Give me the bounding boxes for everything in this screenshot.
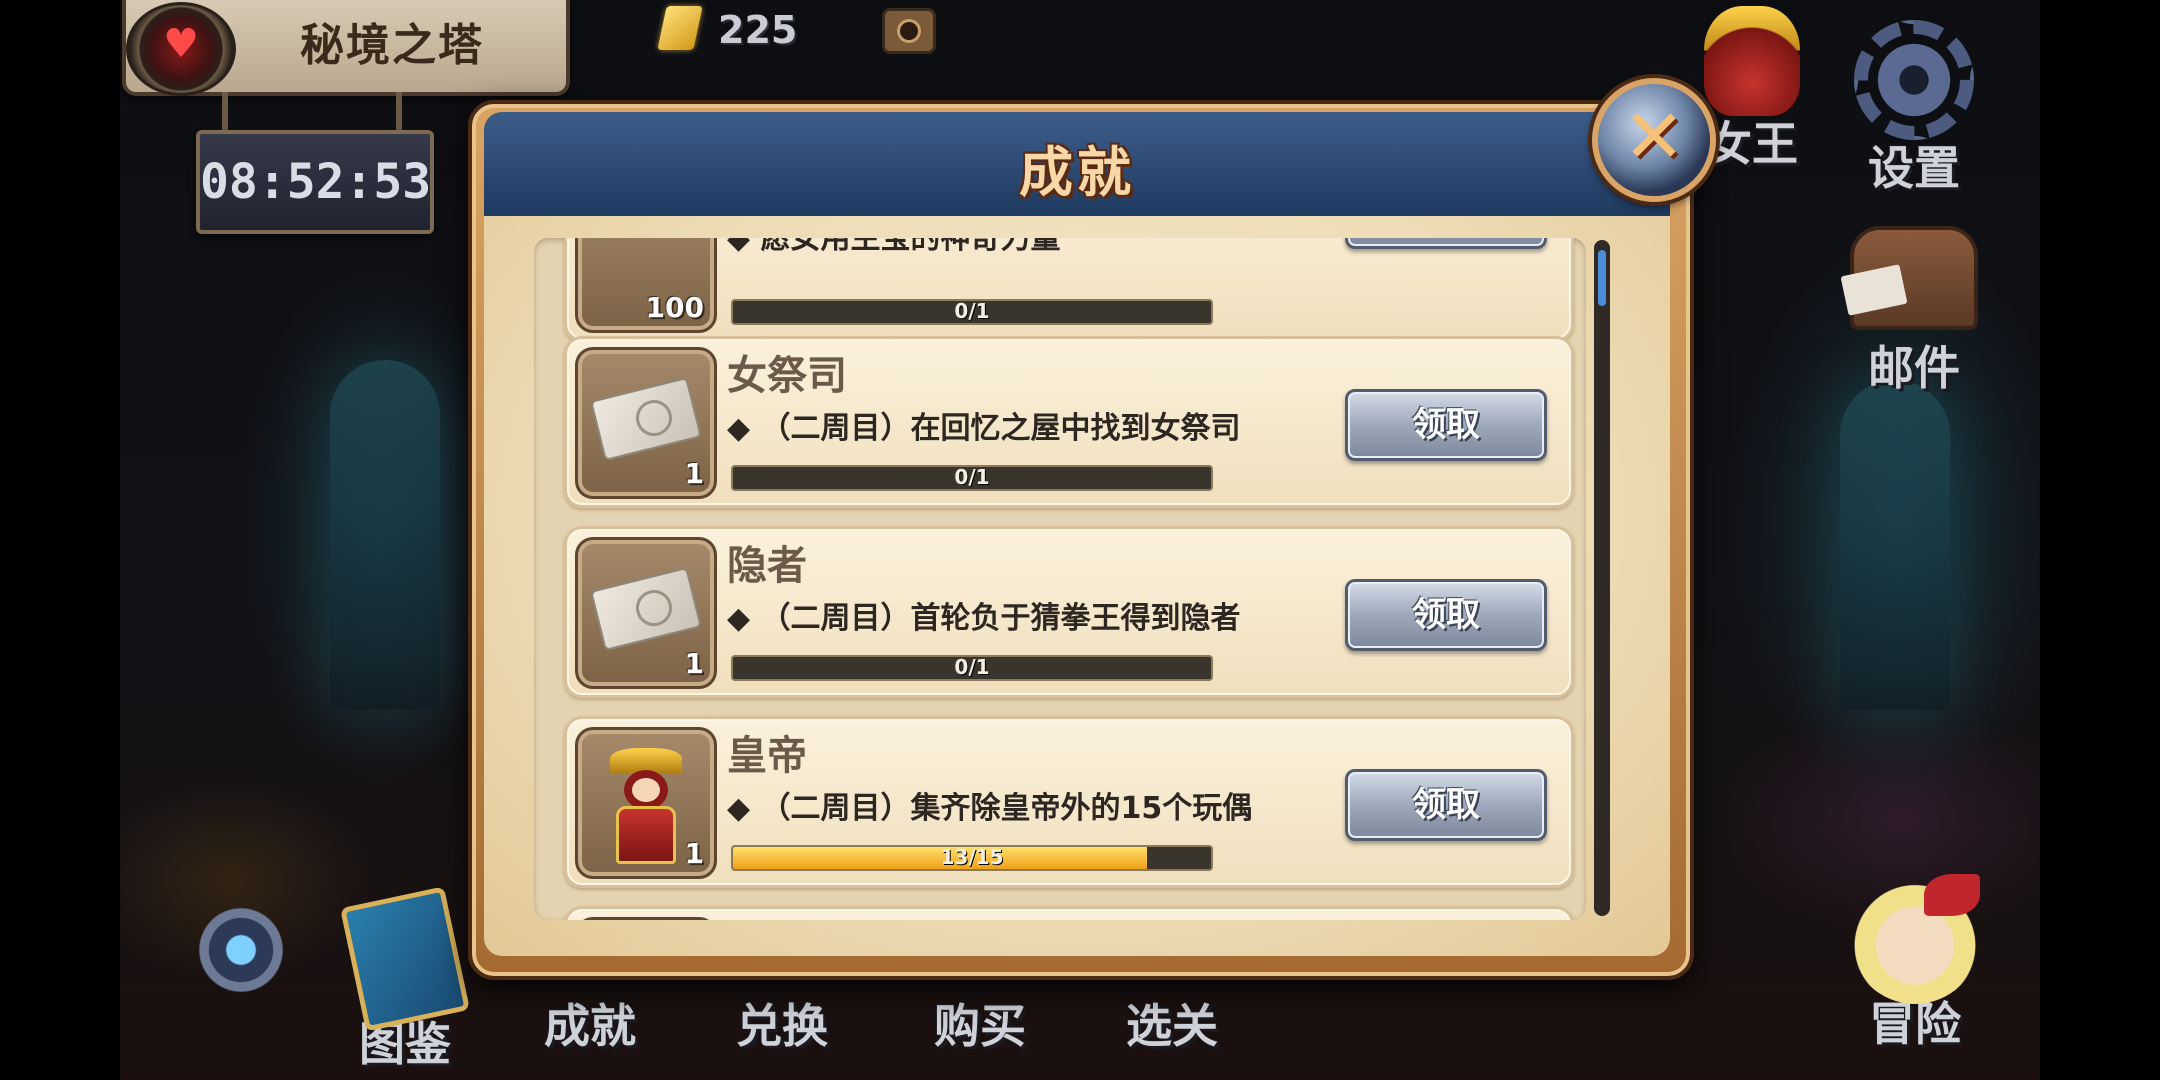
codex-button[interactable]: 图鉴 — [340, 886, 470, 1074]
claim-button[interactable]: 领取 — [1345, 389, 1547, 461]
heart-emblem-icon — [126, 2, 236, 96]
close-button[interactable]: ✕ — [1592, 78, 1716, 202]
claim-button[interactable]: 领取 — [1345, 769, 1547, 841]
emperor-doll-icon — [606, 748, 686, 864]
achievement-name: 女祭司 — [727, 353, 847, 399]
achievement-name: 隐者 — [727, 543, 807, 589]
chain-right — [396, 92, 402, 134]
location-name: 秘境之塔 — [300, 20, 484, 71]
adventure-button[interactable]: 冒险 — [1840, 874, 1990, 1054]
progress-text: 0/1 — [954, 299, 990, 323]
progress-text: 13/15 — [940, 845, 1004, 869]
claim-label: 领取 — [1412, 405, 1480, 445]
exchange-label: 兑换 — [736, 999, 828, 1053]
achievement-card-partial — [564, 906, 1574, 920]
compass-icon — [170, 879, 312, 1021]
achievement-list[interactable]: 100 ◆ 愿女用主宝的神奇力量 0/1 领取 1 女祭司 ◆ （二周目）在回忆… — [534, 238, 1586, 920]
mailbox-icon — [1850, 226, 1978, 330]
reward-quantity: 1 — [684, 837, 704, 870]
claim-label: 领取 — [1412, 595, 1480, 635]
list-scrollbar[interactable] — [1594, 240, 1610, 916]
claim-label: 领取 — [1412, 785, 1480, 825]
reward-quantity: 1 — [684, 457, 704, 490]
reward-slot: 1 — [575, 347, 717, 499]
progress-bar: 13/15 — [731, 845, 1213, 871]
claim-label: 领取 — [1348, 238, 1544, 246]
achievement-card: 1 皇帝 ◆ （二周目）集齐除皇帝外的15个玩偶 13/15 领取 — [564, 716, 1574, 888]
achievement-description: ◆ （二周目）集齐除皇帝外的15个玩偶 — [727, 791, 1253, 826]
gem-count: 225 — [718, 8, 798, 52]
achievements-button[interactable]: 成就 — [530, 990, 650, 1056]
achievement-description: ◆ （二周目）在回忆之屋中找到女祭司 — [727, 411, 1241, 446]
mail-button[interactable]: 邮件 — [1844, 226, 1984, 398]
achievement-description: ◆ （二周目）首轮负于猜拳王得到隐者 — [727, 601, 1241, 636]
achievements-label: 成就 — [544, 999, 636, 1053]
queen-crown-icon — [1704, 6, 1800, 116]
modal-title: 成就 — [1019, 141, 1135, 204]
reward-quantity: 100 — [645, 291, 704, 324]
settings-label: 设置 — [1868, 141, 1960, 195]
compass-button[interactable] — [170, 879, 312, 1021]
exchange-button[interactable]: 兑换 — [722, 990, 842, 1056]
progress-text: 0/1 — [954, 655, 990, 679]
achievement-card: 1 女祭司 ◆ （二周目）在回忆之屋中找到女祭司 0/1 领取 — [564, 336, 1574, 508]
claim-button[interactable]: 领取 — [1345, 238, 1547, 249]
achievement-name: 皇帝 — [727, 733, 807, 779]
progress-bar: 0/1 — [731, 655, 1213, 681]
achievement-card: 1 隐者 ◆ （二周目）首轮负于猜拳王得到隐者 0/1 领取 — [564, 526, 1574, 698]
close-icon: ✕ — [1622, 94, 1685, 180]
chain-left — [222, 92, 228, 134]
progress-bar: 0/1 — [731, 465, 1213, 491]
letterbox-right — [2040, 0, 2160, 1080]
reward-quantity: 1 — [684, 647, 704, 680]
camera-icon[interactable] — [882, 8, 936, 54]
ticket-icon — [589, 376, 703, 462]
timer-text: 08:52:53 — [200, 154, 432, 210]
achievement-card: 100 ◆ 愿女用主宝的神奇力量 0/1 领取 — [564, 238, 1574, 342]
purchase-button[interactable]: 购买 — [920, 990, 1040, 1056]
settings-button[interactable]: 设置 — [1844, 20, 1984, 198]
progress-text: 0/1 — [954, 465, 990, 489]
mail-label: 邮件 — [1868, 341, 1960, 395]
game-screen: 秘境之塔 08:52:53 225 女王 设置 邮件 冒险 图鉴 成就 兑换 购… — [0, 0, 2160, 1080]
claim-button[interactable]: 领取 — [1345, 579, 1547, 651]
letterbox-left — [0, 0, 120, 1080]
reward-slot: 1 — [575, 537, 717, 689]
achievement-description: ◆ 愿女用主宝的神奇力量 — [727, 238, 1061, 256]
adventure-character-icon — [1850, 874, 1980, 1004]
purchase-label: 购买 — [934, 999, 1026, 1053]
list-scrollbar-thumb[interactable] — [1598, 250, 1606, 306]
timer-panel: 08:52:53 — [196, 130, 434, 234]
reward-slot — [575, 917, 717, 920]
reward-slot: 100 — [575, 238, 717, 333]
ticket-icon — [589, 566, 703, 652]
reward-slot: 1 — [575, 727, 717, 879]
gear-icon — [1854, 20, 1974, 140]
level-select-label: 选关 — [1126, 999, 1218, 1053]
progress-bar: 0/1 — [731, 299, 1213, 325]
level-select-button[interactable]: 选关 — [1112, 990, 1232, 1056]
